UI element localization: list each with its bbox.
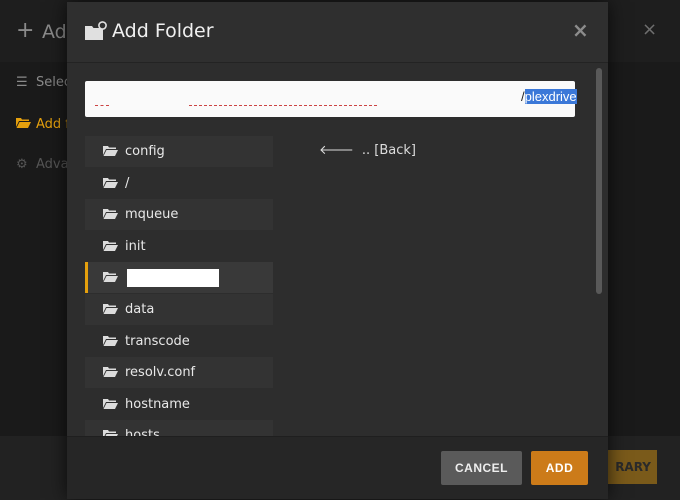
arrow-left-icon: 🡐 [319,143,354,158]
folder-item-mqueue[interactable]: mqueue [85,199,273,231]
folder-open-icon [103,429,118,436]
back-link[interactable]: 🡐.. [Back] [319,142,416,158]
add-folder-modal: Add Folder × /plexdrive config / mqueue … [67,2,608,499]
folder-item-hosts[interactable]: hosts [85,420,273,436]
folder-open-icon [103,366,118,378]
redacted-folder-name [127,269,219,288]
folder-item-hostname[interactable]: hostname [85,389,273,420]
background-nav-select: ☰ Selec [16,75,72,90]
scroll-thumb[interactable] [596,68,602,294]
folder-open-icon [103,303,118,315]
folder-item-root[interactable]: / [85,168,273,199]
path-tail: /plexdrive [521,89,577,104]
folder-open-icon [103,145,118,157]
folder-item-init[interactable]: init [85,231,273,262]
folder-open-icon [103,240,118,252]
folder-item-data[interactable]: data [85,294,273,325]
redacted-path-segment [95,105,109,106]
folder-open-icon [103,335,118,347]
folder-open-icon [103,398,118,410]
modal-title: Add Folder [112,20,214,42]
modal-header: Add Folder × [67,2,608,63]
folder-open-icon [103,177,118,189]
folder-item-config[interactable]: config [85,136,273,167]
modal-footer: CANCEL ADD [67,436,608,499]
plus-icon: + [16,18,35,43]
redacted-path-segment [189,105,377,106]
gear-icon: ⚙ [16,157,28,172]
folder-item-resolv-conf[interactable]: resolv.conf [85,357,273,389]
folder-item-selected[interactable] [85,262,273,294]
scrollbar[interactable] [594,64,604,436]
folder-icon [16,116,32,132]
folder-open-icon [103,208,118,220]
folder-add-icon [85,21,107,41]
add-button[interactable]: ADD [531,451,588,485]
background-nav-advanced: ⚙ Adva [16,157,69,172]
background-close-icon: × [642,19,658,40]
folder-open-icon [103,271,118,283]
list-icon: ☰ [16,75,28,90]
background-nav-add-folder: Add f [16,116,70,132]
path-field[interactable]: /plexdrive [85,81,577,117]
folder-item-transcode[interactable]: transcode [85,326,273,357]
cancel-button[interactable]: CANCEL [441,451,522,485]
folder-list: config / mqueue init data transcode reso… [85,136,273,436]
close-icon[interactable]: × [572,18,589,42]
selected-path-text: plexdrive [524,89,577,104]
selection-marker [85,262,88,294]
